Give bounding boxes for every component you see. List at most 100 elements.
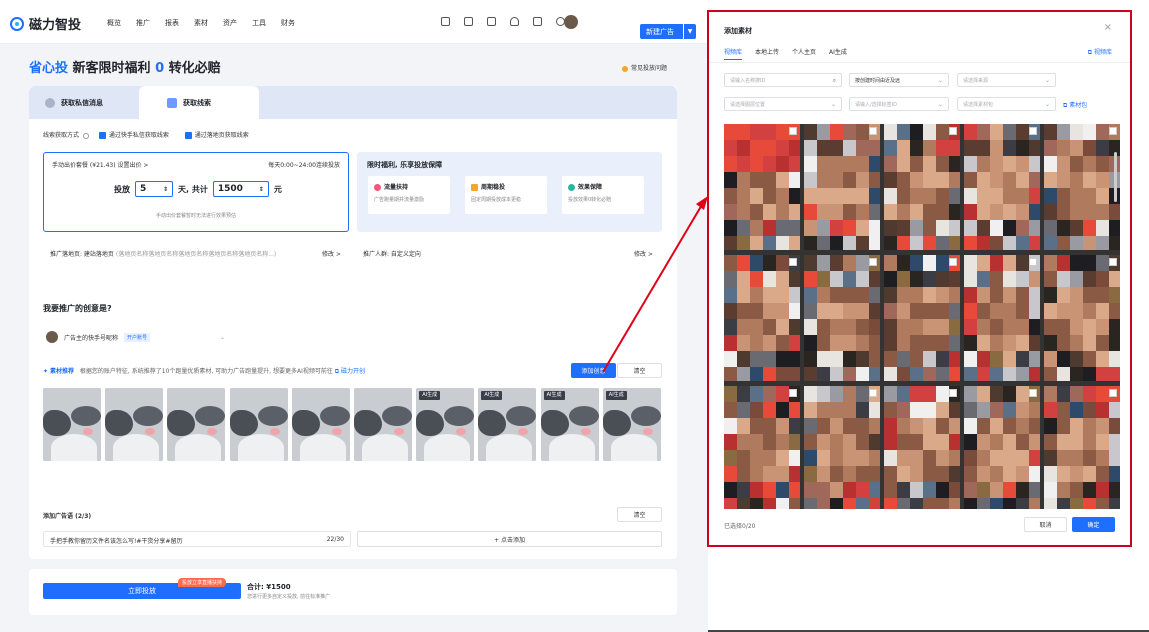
clear-creative-button[interactable]: 清空 [617,363,662,378]
search-input[interactable]: 请输入名称搜ID ⌕ [724,73,842,87]
nav-item-report[interactable]: 报表 [165,18,179,28]
ai-tag: AI生成 [543,391,565,400]
material-thumbnail[interactable] [105,388,164,461]
material-thumbnail[interactable]: AI生成 [540,388,599,461]
material-card[interactable] [884,386,960,509]
select-checkbox[interactable] [1109,389,1117,397]
chevron-down-icon[interactable]: ▼ [683,24,696,39]
total-label: 合计: ¥1500 [247,583,291,591]
material-card[interactable] [1044,386,1120,509]
select-checkbox[interactable] [949,258,957,266]
tab-ai-generate[interactable]: AI生成 [829,47,847,60]
material-card[interactable] [804,124,880,250]
material-card[interactable] [724,386,800,509]
material-card[interactable] [884,255,960,381]
select-checkbox[interactable] [1109,127,1117,135]
faq-link[interactable]: 常见投放问题 [622,63,667,72]
select-checkbox[interactable] [789,258,797,266]
recommend-link[interactable]: 磁力开创 [341,368,365,375]
select-checkbox[interactable] [1029,389,1037,397]
material-card[interactable] [884,124,960,250]
select-checkbox[interactable] [789,127,797,135]
nav-item-material[interactable]: 素材 [194,18,208,28]
material-card[interactable] [724,255,800,381]
select-checkbox[interactable] [1109,258,1117,266]
app-root: 磁力智投 概览 推广 报表 素材 资产 工具 财务 新建广告 ▼ 省心投 新客限… [0,0,1149,632]
logo[interactable]: 磁力智投 [10,14,81,33]
message-icon[interactable] [533,17,542,26]
account-select[interactable]: 广告主的快手号昵称 开户账号 ⌄ [46,331,225,343]
add-creative-button[interactable]: 添加创意 [571,363,616,378]
tab-video-library[interactable]: 视频库 [724,47,743,60]
material-thumbnail[interactable]: AI生成 [478,388,537,461]
material-card[interactable] [964,255,1040,381]
search-icon[interactable]: ⌕ [833,77,836,85]
package-link[interactable]: ⧉ 素材包 [1063,100,1087,110]
checkbox-landing-page[interactable] [184,132,192,139]
tab-local-upload[interactable]: 本地上传 [755,47,779,60]
material-grid [724,124,1120,509]
audience-modify-link[interactable]: 修改 > [634,249,653,258]
adtext-input-1[interactable]: 手把手教你留历文件名该怎么写!#干货分享#留历 22/30 [43,531,351,547]
bid-header-right: 每天0:00~24:00连续投放 [268,162,340,169]
new-ad-button[interactable]: 新建广告 ▼ [640,24,696,39]
bid-header-left[interactable]: 手动出价套餐 (¥21.43) 设置出价 > [52,160,148,169]
nav-item-overview[interactable]: 概览 [107,18,121,28]
close-icon[interactable]: × [1104,22,1112,33]
tab-get-leads[interactable]: 获取线索 [139,86,259,119]
package-select[interactable]: 请选择素材包 ⌄ [957,97,1056,111]
scrollbar[interactable] [1114,152,1117,202]
material-card[interactable] [1044,255,1120,381]
stepper-icon[interactable]: ⇕ [259,186,264,193]
material-thumbnail[interactable] [167,388,226,461]
stepper-icon[interactable]: ⇕ [163,186,168,193]
gift-icon[interactable] [441,17,450,26]
avatar[interactable] [564,15,578,29]
layer-select[interactable]: 请选择图层位置 ⌄ [724,97,842,111]
select-checkbox[interactable] [869,389,877,397]
source-select[interactable]: 请选择来源 ⌄ [957,73,1056,87]
material-card[interactable] [724,124,800,250]
footer-note[interactable]: 您进行更多自定义投放, 前往标准推广 [247,593,330,600]
add-adtext-button[interactable]: + 点击添加 [357,531,662,547]
material-thumbnail[interactable] [43,388,101,461]
material-card[interactable] [964,124,1040,250]
nav-item-assets[interactable]: 资产 [223,18,237,28]
tab-homepage[interactable]: 个人主页 [792,47,816,60]
amount-input[interactable]: 1500 ⇕ [212,181,269,197]
video-library-link[interactable]: ⧉ 视频库 [1088,47,1112,57]
chevron-down-icon[interactable]: ⌄ [220,334,225,341]
nav-item-tools[interactable]: 工具 [252,18,266,28]
material-card[interactable] [1044,124,1120,250]
days-input[interactable]: 5 ⇕ [135,181,173,197]
cancel-button[interactable]: 取消 [1024,517,1067,532]
material-thumbnail[interactable]: AI生成 [416,388,475,461]
account-name: 广告主的快手号昵称 [64,334,119,342]
select-checkbox[interactable] [789,389,797,397]
material-thumbnail[interactable] [229,388,288,461]
material-card[interactable] [964,386,1040,509]
select-checkbox[interactable] [869,127,877,135]
bell-icon[interactable] [510,17,519,26]
monitor-icon[interactable] [464,17,473,26]
nav-item-promote[interactable]: 推广 [136,18,150,28]
clear-adtext-button[interactable]: 清空 [617,507,662,522]
material-thumbnail[interactable] [291,388,350,461]
material-thumbnail[interactable] [354,388,412,461]
select-checkbox[interactable] [869,258,877,266]
select-checkbox[interactable] [1029,258,1037,266]
phone-icon[interactable] [487,17,496,26]
nav-item-finance[interactable]: 财务 [281,18,295,28]
select-checkbox[interactable] [949,389,957,397]
layer-placeholder: 请选择图层位置 [730,101,766,108]
tag-select[interactable]: 请输入/选择标签ID ⌄ [849,97,949,111]
confirm-button[interactable]: 确定 [1072,517,1115,532]
select-checkbox[interactable] [949,127,957,135]
material-card[interactable] [804,255,880,381]
material-card[interactable] [804,386,880,509]
material-thumbnail[interactable]: AI生成 [602,388,661,461]
select-checkbox[interactable] [1029,127,1037,135]
sort-select[interactable]: 按创建时间由近及远 ⌄ [849,73,949,87]
checkbox-private-msg[interactable] [98,132,106,139]
landing-modify-link[interactable]: 修改 > [320,249,341,258]
